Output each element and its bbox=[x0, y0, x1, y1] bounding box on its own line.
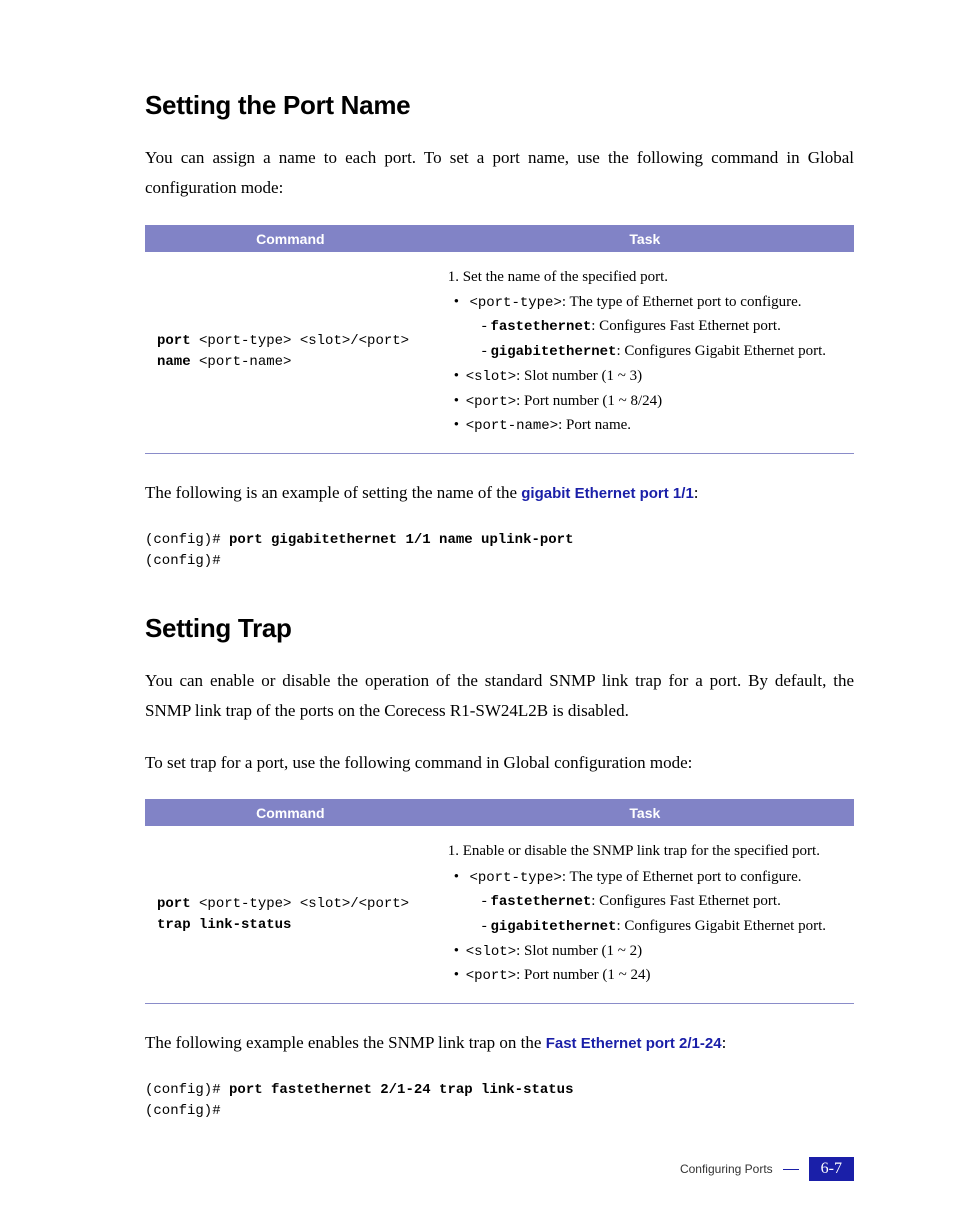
table-header-task: Task bbox=[436, 800, 854, 826]
task-bullet: <slot>: Slot number (1 ~ 3) bbox=[466, 365, 842, 389]
task-main-text: 1. Set the name of the specified port. bbox=[448, 266, 842, 289]
task-main-text: 1. Enable or disable the SNMP link trap … bbox=[448, 840, 842, 863]
intro-paragraph-1: You can assign a name to each port. To s… bbox=[145, 143, 854, 203]
task-cell: 1. Set the name of the specified port. <… bbox=[436, 251, 854, 453]
intro-paragraph-2a: You can enable or disable the operation … bbox=[145, 666, 854, 726]
intro-paragraph-2b: To set trap for a port, use the followin… bbox=[145, 748, 854, 778]
command-table-2: Command Task port port <port-type> <slot… bbox=[145, 799, 854, 1004]
page-footer: Configuring Ports 6-7 bbox=[680, 1157, 854, 1181]
table-header-command: Command bbox=[145, 800, 436, 826]
document-page: Setting the Port Name You can assign a n… bbox=[0, 0, 954, 1223]
task-bullet: <port>: Port number (1 ~ 24) bbox=[466, 964, 842, 988]
task-bullet: <port>: Port number (1 ~ 8/24) bbox=[466, 390, 842, 414]
footer-rule bbox=[783, 1169, 799, 1170]
table-header-task: Task bbox=[436, 226, 854, 252]
task-sub-bullet: - fastethernet: Configures Fast Ethernet… bbox=[482, 890, 842, 914]
task-bullet: <port-type>: The type of Ethernet port t… bbox=[466, 291, 842, 364]
task-sub-bullet: - gigabitethernet: Configures Gigabit Et… bbox=[482, 340, 842, 364]
task-sub-bullet: - fastethernet: Configures Fast Ethernet… bbox=[482, 315, 842, 339]
code-example-2: (config)# port fastethernet 2/1-24 trap … bbox=[145, 1080, 854, 1123]
task-bullet: <slot>: Slot number (1 ~ 2) bbox=[466, 940, 842, 964]
heading-setting-port-name: Setting the Port Name bbox=[145, 90, 854, 121]
task-cell: 1. Enable or disable the SNMP link trap … bbox=[436, 826, 854, 1004]
table-header-command: Command bbox=[145, 226, 436, 252]
code-example-1: (config)# port gigabitethernet 1/1 name … bbox=[145, 530, 854, 573]
task-bullet: <port-name>: Port name. bbox=[466, 414, 842, 438]
heading-setting-trap: Setting Trap bbox=[145, 613, 854, 644]
task-sub-bullet: - gigabitethernet: Configures Gigabit Et… bbox=[482, 915, 842, 939]
table-row: port port <port-type> <slot>/<port><port… bbox=[145, 826, 854, 1004]
table-row: port port <port-type> <slot>/<port><port… bbox=[145, 251, 854, 453]
command-table-1: Command Task port port <port-type> <slot… bbox=[145, 225, 854, 454]
example-lead-1: The following is an example of setting t… bbox=[145, 478, 854, 508]
task-bullet: <port-type>: The type of Ethernet port t… bbox=[466, 866, 842, 939]
footer-chapter-label: Configuring Ports bbox=[680, 1162, 773, 1176]
command-cell: port port <port-type> <slot>/<port><port… bbox=[145, 251, 436, 453]
example-lead-2: The following example enables the SNMP l… bbox=[145, 1028, 854, 1058]
command-cell: port port <port-type> <slot>/<port><port… bbox=[145, 826, 436, 1004]
page-number-badge: 6-7 bbox=[809, 1157, 854, 1181]
